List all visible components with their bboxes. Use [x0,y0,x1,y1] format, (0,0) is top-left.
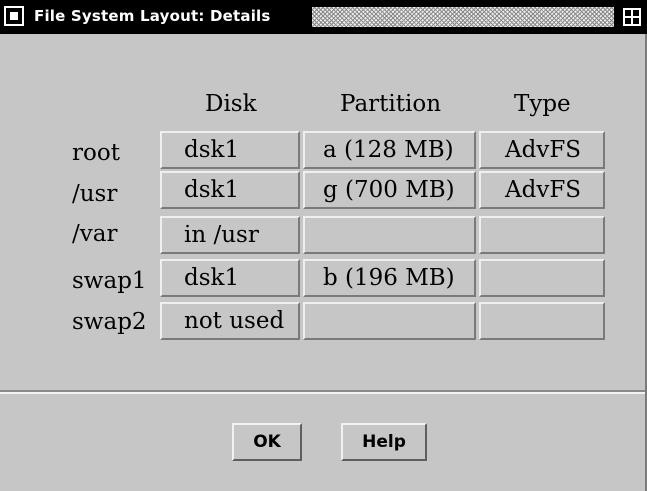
type-value: AdvFS [505,137,582,163]
type-column-header: Type [514,91,571,117]
partition-value: b (196 MB) [323,265,455,291]
ok-button[interactable]: OK [232,423,302,461]
row-label-swap1: swap1 [72,268,147,294]
resize-button[interactable] [622,7,644,27]
partition-cell [303,302,476,340]
window-menu-icon [10,12,18,20]
disk-value: dsk1 [184,177,240,203]
resize-icon [623,8,641,26]
disk-cell: dsk1 [160,259,300,297]
partition-column-header: Partition [340,91,442,117]
window-menu-button[interactable] [4,6,24,26]
disk-value: in /usr [184,222,259,248]
partition-cell: b (196 MB) [303,259,476,297]
disk-cell: in /usr [160,216,300,254]
type-cell [479,302,605,340]
type-cell: AdvFS [479,131,605,169]
disk-column-header: Disk [205,91,257,117]
partition-value: a (128 MB) [323,137,454,163]
title-bar[interactable]: File System Layout: Details [0,0,647,34]
dialog-window: File System Layout: Details Disk Partiti… [0,0,647,491]
row-label-swap2: swap2 [72,309,147,335]
type-cell: AdvFS [479,171,605,209]
type-cell [479,259,605,297]
button-area [0,394,645,491]
disk-value: dsk1 [184,137,240,163]
type-cell [479,216,605,254]
disk-cell: dsk1 [160,131,300,169]
partition-value: g (700 MB) [323,177,455,203]
row-label-var: /var [72,221,118,247]
window-title: File System Layout: Details [34,7,271,25]
title-bar-fill [312,7,614,27]
partition-cell: a (128 MB) [303,131,476,169]
disk-value: dsk1 [184,265,240,291]
disk-value: not used [184,308,285,334]
row-label-usr: /usr [72,181,118,207]
row-label-root: root [72,140,120,166]
disk-cell: not used [160,302,300,340]
partition-cell: g (700 MB) [303,171,476,209]
type-value: AdvFS [505,177,582,203]
disk-cell: dsk1 [160,171,300,209]
help-button[interactable]: Help [341,423,427,461]
partition-cell [303,216,476,254]
